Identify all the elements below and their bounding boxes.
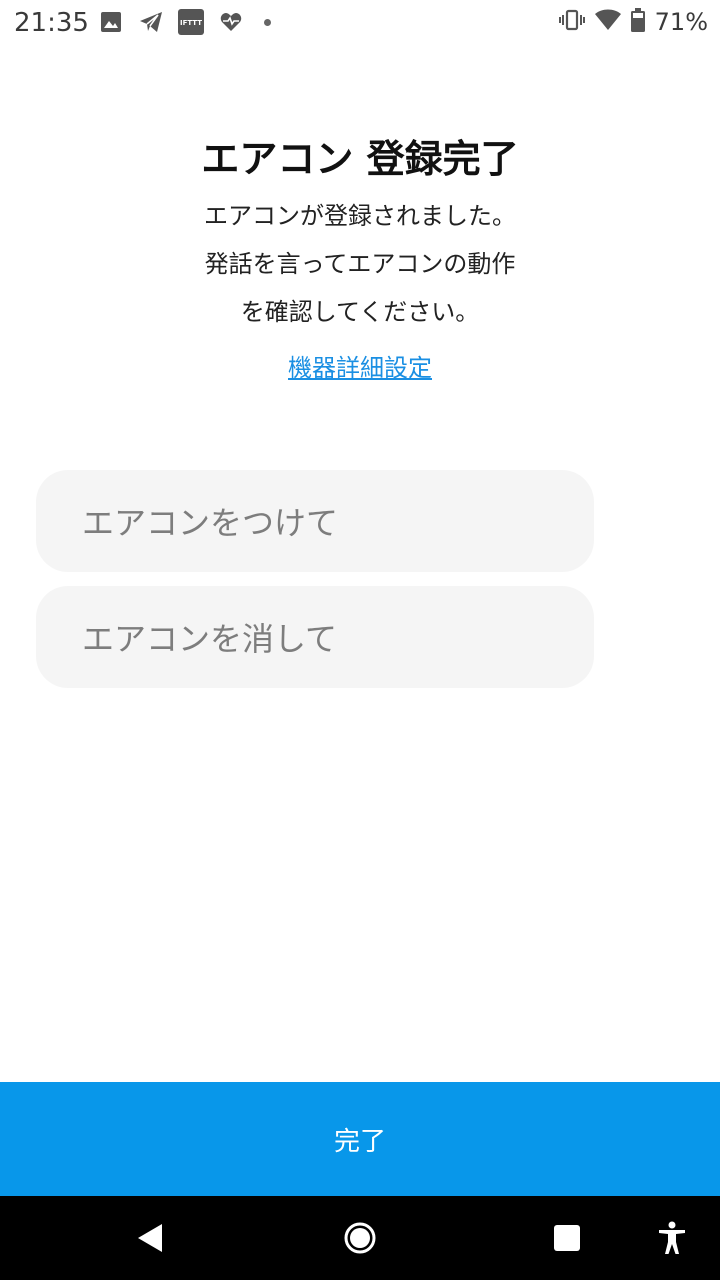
image-icon <box>98 9 124 35</box>
accessibility-icon <box>659 1221 685 1254</box>
page-title: エアコン 登録完了 <box>201 137 519 181</box>
telegram-icon <box>138 9 164 35</box>
status-time: 21:35 <box>14 8 89 38</box>
navigation-bar <box>0 1196 720 1280</box>
vibrate-icon <box>558 9 585 35</box>
accessibility-button[interactable] <box>632 1196 712 1280</box>
phrase-text: エアコンを消して <box>82 620 338 658</box>
system-status: 71% <box>558 8 708 36</box>
notification-dot <box>264 18 271 26</box>
phrase-text: エアコンをつけて <box>82 504 339 542</box>
ifttt-icon: IFTTT <box>178 9 204 35</box>
phrase-card-turn-off[interactable]: エアコンを消して <box>36 586 594 688</box>
battery-icon <box>630 8 645 36</box>
phrase-card-turn-on[interactable]: エアコンをつけて <box>36 470 594 572</box>
back-button[interactable] <box>110 1196 190 1280</box>
home-button[interactable] <box>320 1196 400 1280</box>
done-button[interactable]: 完了 <box>0 1082 720 1196</box>
battery-percent: 71% <box>654 8 708 36</box>
status-bar: 21:35 IFTTT 71% <box>0 0 720 46</box>
notification-icons: IFTTT <box>98 8 271 36</box>
description: エアコンが登録されました。 発話を言ってエアコンの動作 を確認してください。 <box>150 192 570 336</box>
description-line: 発話を言ってエアコンの動作 <box>204 250 516 278</box>
home-icon <box>344 1222 376 1254</box>
heart-pulse-icon <box>218 9 244 35</box>
ifttt-logo-text: IFTTT <box>180 19 202 27</box>
back-icon <box>138 1224 162 1252</box>
done-button-label: 完了 <box>333 1126 386 1157</box>
recents-button[interactable] <box>527 1196 607 1280</box>
screen: 21:35 IFTTT 71% エアコン 登録完了 エアコンが登録されました。 … <box>0 0 720 1280</box>
device-settings-link[interactable]: 機器詳細設定 <box>0 348 720 383</box>
recents-icon <box>554 1225 580 1251</box>
description-line: エアコンが登録されました。 <box>204 202 516 230</box>
description-line: を確認してください。 <box>240 298 480 326</box>
wifi-icon <box>594 9 621 35</box>
